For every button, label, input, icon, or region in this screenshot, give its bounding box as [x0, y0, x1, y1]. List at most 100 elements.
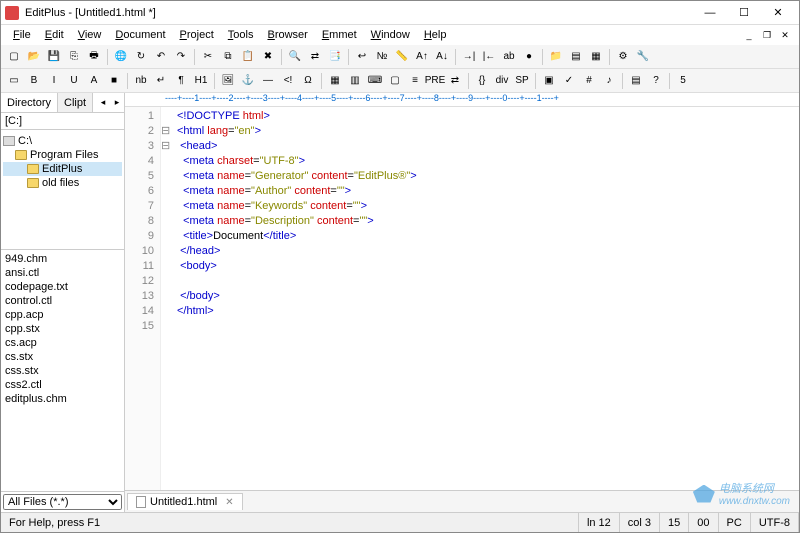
file-item[interactable]: control.ctl [5, 294, 120, 308]
span-icon[interactable]: SP [513, 72, 531, 90]
hr-icon[interactable]: — [259, 72, 277, 90]
bold-icon[interactable]: B [25, 72, 43, 90]
nbsp-icon[interactable]: nb [132, 72, 150, 90]
check-icon[interactable]: ✓ [560, 72, 578, 90]
drive-selector[interactable]: [C:] [1, 113, 124, 130]
tab-directory[interactable]: Directory [1, 93, 58, 112]
menu-tools[interactable]: Tools [222, 27, 260, 43]
italic-icon[interactable]: I [45, 72, 63, 90]
select-icon[interactable]: ▭ [5, 72, 23, 90]
file-item[interactable]: 949.chm [5, 252, 120, 266]
obj-icon[interactable]: ▣ [540, 72, 558, 90]
menu-edit[interactable]: Edit [39, 27, 70, 43]
textarea-icon[interactable]: ▢ [386, 72, 404, 90]
code-line[interactable]: </head> [177, 244, 417, 259]
menu-browser[interactable]: Browser [261, 27, 313, 43]
code-line[interactable]: </body> [177, 289, 417, 304]
break-icon[interactable]: ↵ [152, 72, 170, 90]
file-item[interactable]: editplus.chm [5, 392, 120, 406]
open-icon[interactable]: 📂 [25, 48, 43, 66]
cut-icon[interactable]: ✂ [199, 48, 217, 66]
anchor-icon[interactable]: ⚓ [239, 72, 257, 90]
code-line[interactable]: <meta name="Generator" content="EditPlus… [177, 169, 417, 184]
tab-scroll-left-icon[interactable]: ◂ [96, 93, 110, 112]
file-item[interactable]: cpp.stx [5, 322, 120, 336]
copy-icon[interactable]: ⧉ [219, 48, 237, 66]
settings-icon[interactable]: ⚙ [614, 48, 632, 66]
template-icon[interactable]: ▤ [627, 72, 645, 90]
browser-icon[interactable]: 🌐 [112, 48, 130, 66]
color-icon[interactable]: ■ [105, 72, 123, 90]
print-icon[interactable]: 🖶 [85, 48, 103, 66]
menu-document[interactable]: Document [109, 27, 171, 43]
font-icon[interactable]: A [85, 72, 103, 90]
file-item[interactable]: css2.ctl [5, 378, 120, 392]
table-icon[interactable]: ▦ [326, 72, 344, 90]
save-all-icon[interactable]: ⎘ [65, 48, 83, 66]
code-content[interactable]: <!DOCTYPE html><html lang="en"> <head> <… [173, 107, 421, 490]
outdent-icon[interactable]: |← [480, 48, 498, 66]
menu-help[interactable]: Help [418, 27, 453, 43]
find-icon[interactable]: 🔍 [286, 48, 304, 66]
input-icon[interactable]: ⌨ [366, 72, 384, 90]
code-line[interactable] [177, 274, 417, 289]
char-icon[interactable]: Ω [299, 72, 317, 90]
form-icon[interactable]: ▥ [346, 72, 364, 90]
code-line[interactable]: <!DOCTYPE html> [177, 109, 417, 124]
file-item[interactable]: ansi.ctl [5, 266, 120, 280]
script-icon[interactable]: {} [473, 72, 491, 90]
code-line[interactable]: <title>Document</title> [177, 229, 417, 244]
code-line[interactable]: </html> [177, 304, 417, 319]
image-icon[interactable]: 🖼 [219, 72, 237, 90]
code-line[interactable]: <body> [177, 259, 417, 274]
minimize-button[interactable]: — [693, 2, 727, 24]
code-line[interactable]: <meta name="Keywords" content=""> [177, 199, 417, 214]
fold-marker[interactable]: ⊟ [161, 139, 173, 154]
tree-item[interactable]: EditPlus [3, 162, 122, 176]
file-item[interactable]: css.stx [5, 364, 120, 378]
paste-icon[interactable]: 📋 [239, 48, 257, 66]
code-line[interactable]: <meta name="Description" content=""> [177, 214, 417, 229]
help-icon[interactable]: ? [647, 72, 665, 90]
menu-window[interactable]: Window [365, 27, 416, 43]
menu-file[interactable]: File [7, 27, 37, 43]
file-item[interactable]: codepage.txt [5, 280, 120, 294]
code-editor[interactable]: 123456789101112131415 ⊟⊟ <!DOCTYPE html>… [125, 107, 799, 490]
tree-item[interactable]: Program Files [3, 148, 122, 162]
save-icon[interactable]: 💾 [45, 48, 63, 66]
mdi-minimize-button[interactable]: _ [741, 28, 757, 42]
font-inc-icon[interactable]: A↑ [413, 48, 431, 66]
file-item[interactable]: cs.acp [5, 336, 120, 350]
wrap-icon[interactable]: ↩ [353, 48, 371, 66]
redo-icon[interactable]: ↷ [172, 48, 190, 66]
indent-icon[interactable]: →| [460, 48, 478, 66]
code-line[interactable] [177, 319, 417, 334]
delete-icon[interactable]: ✖ [259, 48, 277, 66]
tree-item[interactable]: C:\ [3, 134, 122, 148]
maximize-button[interactable]: ☐ [727, 2, 761, 24]
div-icon[interactable]: div [493, 72, 511, 90]
comment-icon[interactable]: <! [279, 72, 297, 90]
record-icon[interactable]: ● [520, 48, 538, 66]
para-icon[interactable]: ¶ [172, 72, 190, 90]
close-tab-icon[interactable]: ✕ [225, 497, 233, 508]
dir-icon[interactable]: 📁 [547, 48, 565, 66]
linenum-icon[interactable]: № [373, 48, 391, 66]
tab-scroll-right-icon[interactable]: ▸ [110, 93, 124, 112]
css-icon[interactable]: # [580, 72, 598, 90]
list-icon[interactable]: ≡ [406, 72, 424, 90]
menu-view[interactable]: View [72, 27, 108, 43]
marquee-icon[interactable]: ⇄ [446, 72, 464, 90]
output-icon[interactable]: ▤ [567, 48, 585, 66]
menu-project[interactable]: Project [174, 27, 220, 43]
file-tab-active[interactable]: Untitled1.html ✕ [127, 493, 243, 510]
mdi-restore-button[interactable]: ❐ [759, 28, 775, 42]
code-line[interactable]: <head> [177, 139, 417, 154]
spell-icon[interactable]: ab [500, 48, 518, 66]
find-files-icon[interactable]: 📑 [326, 48, 344, 66]
replace-icon[interactable]: ⇄ [306, 48, 324, 66]
note-icon[interactable]: ♪ [600, 72, 618, 90]
undo-icon[interactable]: ↶ [152, 48, 170, 66]
mdi-close-button[interactable]: ✕ [777, 28, 793, 42]
close-button[interactable]: ✕ [761, 2, 795, 24]
